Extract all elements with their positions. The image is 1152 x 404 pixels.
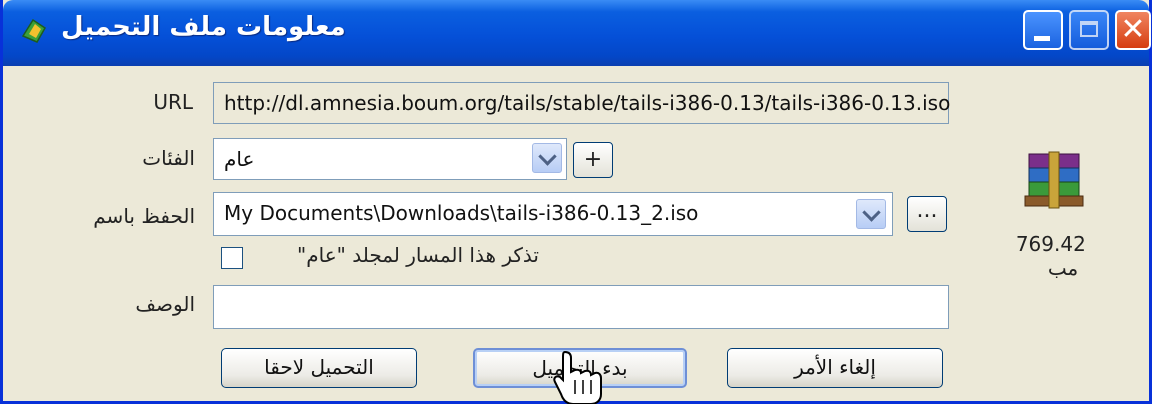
download-later-button[interactable]: التحميل لاحقا — [221, 348, 417, 388]
window-title: معلومات ملف التحميل — [61, 12, 346, 42]
file-size-unit: مب — [1047, 256, 1079, 280]
minimize-button[interactable] — [1023, 10, 1063, 50]
url-value: http://dl.amnesia.boum.org/tails/stable/… — [224, 91, 951, 115]
browse-button[interactable]: ... — [907, 196, 947, 232]
save-as-dropdown-arrow[interactable] — [856, 199, 886, 229]
download-file-info-dialog: معلومات ملف التحميل ✕ URL http://dl.amne… — [0, 0, 1152, 404]
minimize-icon — [1034, 36, 1050, 41]
remember-path-label: تذكر هذا المسار لمجلد "عام" — [297, 243, 539, 267]
category-value: عام — [224, 147, 255, 171]
title-bar[interactable]: معلومات ملف التحميل ✕ — [3, 0, 1151, 66]
save-as-label: الحفظ باسم — [93, 204, 195, 228]
file-size: 769.42 مب — [1003, 232, 1123, 280]
maximize-icon — [1080, 21, 1098, 37]
remember-path-checkbox[interactable] — [221, 247, 243, 269]
close-button[interactable]: ✕ — [1115, 10, 1151, 50]
close-icon: ✕ — [1120, 12, 1146, 47]
description-field[interactable] — [213, 285, 949, 329]
url-label: URL — [153, 90, 193, 114]
cancel-button[interactable]: إلغاء الأمر — [727, 348, 943, 388]
description-label: الوصف — [135, 292, 195, 316]
file-size-value: 769.42 — [1015, 232, 1086, 256]
category-dropdown-arrow[interactable] — [532, 143, 562, 173]
hand-cursor-icon — [553, 350, 602, 404]
category-label: الفئات — [142, 146, 195, 170]
app-logo-icon — [21, 18, 46, 43]
url-field[interactable]: http://dl.amnesia.boum.org/tails/stable/… — [213, 82, 951, 124]
winrar-archive-icon — [1024, 151, 1084, 209]
save-as-dropdown[interactable]: My Documents\Downloads\tails-i386-0.13_2… — [213, 192, 893, 236]
save-as-value: My Documents\Downloads\tails-i386-0.13_2… — [224, 201, 699, 225]
chevron-down-icon — [862, 203, 881, 222]
add-category-button[interactable]: + — [573, 142, 613, 178]
chevron-down-icon — [538, 147, 557, 166]
maximize-button[interactable] — [1069, 10, 1109, 50]
category-dropdown[interactable]: عام — [213, 138, 567, 180]
